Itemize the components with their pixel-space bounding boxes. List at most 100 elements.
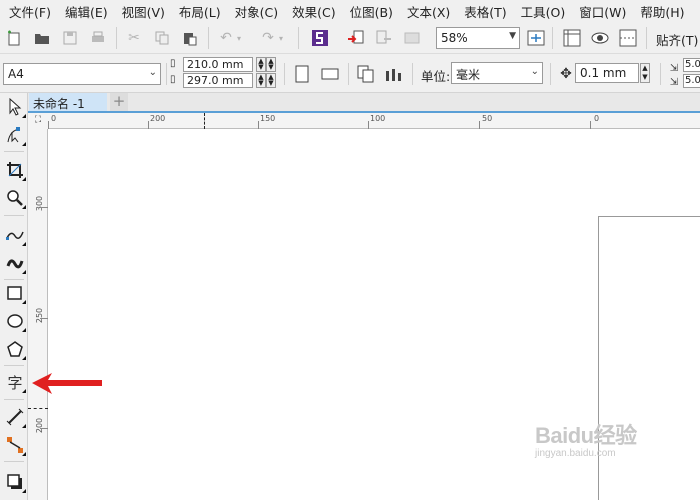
ruler-tick (368, 121, 369, 129)
flyout-corner (22, 270, 26, 274)
undo-icon[interactable]: ↶ (216, 28, 236, 48)
annotation-arrow-icon (32, 373, 102, 394)
snap-to-button[interactable]: 贴齐(T) (656, 30, 698, 49)
paste-icon[interactable] (180, 28, 200, 48)
open-folder-icon[interactable] (32, 28, 52, 48)
rectangle-tool-icon[interactable] (4, 282, 26, 304)
page-width-lock-icon[interactable]: ▲ ▼ (266, 57, 276, 72)
chevron-down-icon: ⌄ (530, 66, 539, 77)
page-width-icon: ▯ (170, 58, 176, 69)
menu-text[interactable]: 文本(X) (402, 2, 455, 21)
ruler-label: 0 (51, 114, 57, 123)
pick-tool-icon[interactable] (4, 96, 26, 118)
cut-icon[interactable]: ✂ (124, 28, 144, 48)
flyout-corner (22, 356, 26, 360)
freehand-tool-icon[interactable] (4, 224, 26, 246)
view-mode-icon[interactable] (590, 28, 610, 48)
page-width-field[interactable]: 210.0 mm (183, 57, 253, 72)
landscape-orientation-icon[interactable] (320, 64, 340, 84)
new-document-icon[interactable] (4, 28, 24, 48)
ruler-tick (48, 121, 49, 129)
text-tool-glyph: 字 (7, 373, 23, 392)
toolbar-separator (550, 63, 551, 85)
page-size-combo[interactable]: A4 ⌄ (3, 63, 161, 85)
flyout-corner (22, 242, 26, 246)
menu-layout[interactable]: 布局(L) (174, 2, 226, 21)
save-icon[interactable] (60, 28, 80, 48)
document-tab-bar: 未命名 -1 + (28, 93, 700, 113)
publish-pdf-icon[interactable] (402, 28, 422, 48)
export-icon[interactable] (374, 28, 394, 48)
connector-tool-icon[interactable] (4, 434, 26, 456)
menu-bitmaps[interactable]: 位图(B) (345, 2, 398, 21)
toolbar-separator (116, 27, 117, 49)
redo-icon[interactable]: ↷ (258, 28, 278, 48)
portrait-orientation-icon[interactable] (292, 64, 312, 84)
ruler-tick (590, 121, 591, 129)
nudge-distance-icon: ✥ (560, 66, 572, 82)
toolbox-separator (4, 215, 24, 216)
menu-help[interactable]: 帮助(H) (635, 2, 689, 21)
current-page-icon[interactable] (384, 64, 404, 84)
show-guidelines-icon[interactable] (618, 28, 638, 48)
full-screen-preview-icon[interactable] (526, 28, 546, 48)
toolbar-separator (646, 27, 647, 49)
page-height-field[interactable]: 297.0 mm (183, 73, 253, 88)
polygon-tool-icon[interactable] (4, 338, 26, 360)
page-width-spinner[interactable]: ▲ ▼ (256, 57, 266, 72)
menu-object[interactable]: 对象(C) (230, 2, 283, 21)
artistic-media-icon[interactable] (4, 252, 26, 274)
ruler-origin-icon[interactable]: ⛶ (28, 113, 48, 129)
toolbar-separator (166, 63, 167, 85)
page-height-lock-icon[interactable]: ▲ ▼ (266, 73, 276, 88)
undo-dropdown-icon[interactable]: ▾ (234, 28, 244, 48)
flyout-corner (22, 177, 26, 181)
text-tool-icon[interactable]: 字 (4, 371, 26, 393)
menu-table[interactable]: 表格(T) (459, 2, 511, 21)
ellipse-tool-icon[interactable] (4, 310, 26, 332)
duplicate-x-field[interactable]: 5.0 (683, 58, 700, 72)
print-icon[interactable] (88, 28, 108, 48)
menu-edit[interactable]: 编辑(E) (60, 2, 113, 21)
all-pages-icon[interactable] (356, 64, 376, 84)
redo-dropdown-icon[interactable]: ▾ (276, 28, 286, 48)
toolbar-separator (298, 27, 299, 49)
menu-effects[interactable]: 效果(C) (287, 2, 340, 21)
watermark: Baidu经验 jingyan.baidu.com (535, 418, 637, 459)
page-height-spinner[interactable]: ▲ ▼ (256, 73, 266, 88)
unit-value: 毫米 (456, 68, 481, 82)
menu-tools[interactable]: 工具(O) (516, 2, 571, 21)
app-window: 文件(F) 编辑(E) 视图(V) 布局(L) 对象(C) 效果(C) 位图(B… (0, 0, 700, 500)
document-tab[interactable]: 未命名 -1 (29, 93, 107, 111)
ruler-label: 200 (35, 417, 45, 434)
toolbar-separator (660, 63, 661, 85)
ruler-tick (258, 121, 259, 129)
nudge-spinner[interactable]: ▲ ▼ (640, 63, 650, 83)
menu-view[interactable]: 视图(V) (117, 2, 170, 21)
ruler-label: 50 (482, 114, 493, 123)
flyout-corner (22, 328, 26, 332)
copy-icon[interactable] (152, 28, 172, 48)
parallel-dimension-icon[interactable] (4, 406, 26, 428)
vertical-ruler[interactable]: 300 250 200 (28, 129, 48, 500)
crop-tool-icon[interactable] (4, 159, 26, 181)
drop-shadow-icon[interactable] (4, 471, 26, 493)
flyout-corner (22, 389, 26, 393)
search-content-icon[interactable] (310, 28, 330, 48)
duplicate-y-field[interactable]: 5.0 (683, 74, 700, 88)
add-tab-button[interactable]: + (110, 93, 128, 111)
cursor-position-marker (204, 113, 205, 129)
zoom-tool-icon[interactable] (4, 187, 26, 209)
zoom-level-combo[interactable]: 58% ▼ (436, 27, 520, 49)
menu-file[interactable]: 文件(F) (4, 2, 56, 21)
shape-tool-icon[interactable] (4, 124, 26, 146)
ruler-label: 0 (594, 114, 600, 123)
toolbar-separator (552, 27, 553, 49)
unit-combo[interactable]: 毫米 ⌄ (451, 62, 543, 84)
show-rulers-icon[interactable] (562, 28, 582, 48)
menu-window[interactable]: 窗口(W) (574, 2, 631, 21)
horizontal-ruler[interactable]: 0 200 150 100 50 0 (48, 113, 700, 129)
import-icon[interactable] (346, 28, 366, 48)
ruler-tick (40, 318, 48, 319)
nudge-distance-field[interactable]: 0.1 mm (575, 63, 639, 83)
